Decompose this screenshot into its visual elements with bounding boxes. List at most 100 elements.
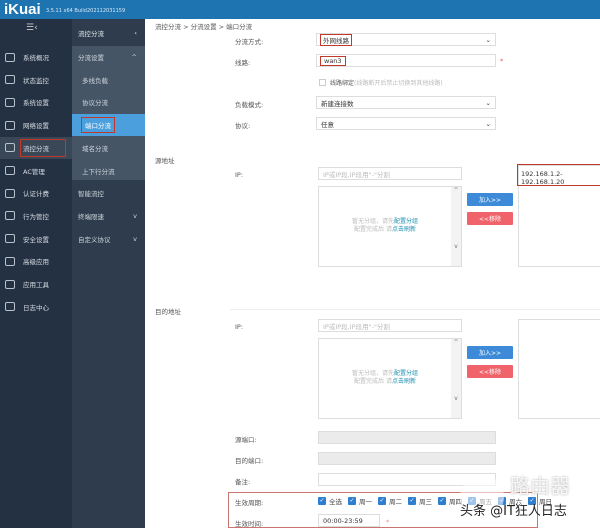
watermark-logo: 路由器 <box>510 474 570 498</box>
dst-selected-list[interactable] <box>518 319 600 419</box>
submenu-item[interactable]: 端口分流 <box>72 114 145 137</box>
required-mark: * <box>386 518 390 526</box>
line-label: 线路: <box>235 59 251 67</box>
mode-value: 外网线路 <box>320 33 352 46</box>
proto-label: 协议: <box>235 122 251 130</box>
placeholder: IP或IP段,IP段用"-"分割 <box>323 322 390 331</box>
chevron-icon: ^ <box>131 53 137 61</box>
scrollbar[interactable]: ^ v <box>451 339 461 418</box>
sidebar-item-label: 应用工具 <box>23 281 49 289</box>
load-label: 负载模式: <box>235 101 264 109</box>
day-label: 周二 <box>389 498 402 506</box>
refresh-link[interactable]: 点击刷新 <box>392 378 416 385</box>
gear-icon <box>5 97 15 107</box>
time-value: 00:00-23:59 <box>323 516 363 525</box>
dst-remove-button[interactable]: <<移除 <box>467 365 513 378</box>
mode-select[interactable]: 外网线路 ⌄ <box>316 33 496 46</box>
time-input[interactable]: 00:00-23:59 <box>318 514 380 527</box>
sidebar-item[interactable]: 系统概况 <box>0 46 72 68</box>
submenu-item-label: 智能流控 <box>78 190 104 199</box>
dst-ip-input[interactable]: IP或IP段,IP段用"-"分割 <box>318 319 462 332</box>
tools-icon <box>5 279 15 289</box>
refresh-link[interactable]: 点击刷新 <box>392 226 416 233</box>
dport-label: 目的端口: <box>235 457 264 465</box>
dst-add-button[interactable]: 加入>> <box>467 346 513 359</box>
sidebar-item-label: AC管理 <box>23 167 45 176</box>
src-selected-item[interactable]: 192.168.1.2-192.168.1.20 <box>517 164 600 186</box>
config-group-link[interactable]: 配置分组 <box>394 218 418 225</box>
dashboard-icon <box>5 52 15 62</box>
version-text: 3.5.11 x64 Build202112031159 <box>46 8 126 14</box>
dst-title: 目的地址 <box>155 308 181 316</box>
sidebar-item-label: 流控分流 <box>20 138 66 157</box>
submenu-item[interactable]: 上下行分流 <box>72 160 145 182</box>
chevron-down-icon: ⌄ <box>485 35 491 44</box>
bind-checkbox[interactable]: 线路绑定 (线路断开后禁止切换到其他线路) <box>319 78 443 87</box>
day-checkbox[interactable]: ✓ 周四 <box>438 496 462 506</box>
sidebar-item[interactable]: 高级应用 <box>0 250 72 272</box>
src-title: 源地址 <box>155 157 175 165</box>
day-label: 周一 <box>359 498 372 506</box>
day-label: 全选 <box>329 498 342 506</box>
submenu-item-label: 协议分流 <box>82 99 108 108</box>
dst-group-list[interactable]: 暂无分组，请先配置分组 配置完成后 请点击刷新 ^ v <box>318 338 462 419</box>
day-checkbox[interactable]: ✓ 周二 <box>378 496 402 506</box>
sidebar-item[interactable]: 日志中心 <box>0 296 72 318</box>
config-group-link[interactable]: 配置分组 <box>394 370 418 377</box>
submenu-item[interactable]: 终端限速 v <box>72 205 145 227</box>
auth-icon <box>5 188 15 198</box>
submenu-item[interactable]: 协议分流 <box>72 91 145 113</box>
submenu-item[interactable]: 分流设置 ^ <box>72 46 145 68</box>
load-select[interactable]: 新建连接数 ⌄ <box>316 96 496 109</box>
submenu-item[interactable]: 多线负载 <box>72 69 145 91</box>
src-ip-label: IP: <box>235 171 244 179</box>
proto-select[interactable]: 任意 ⌄ <box>316 117 496 130</box>
monitor-icon <box>5 75 15 85</box>
empty-text: 暂无分组，请先配置分组 配置完成后 请点击刷新 <box>351 218 419 233</box>
empty-text: 暂无分组，请先配置分组 配置完成后 请点击刷新 <box>351 370 419 385</box>
sidebar-item[interactable]: 认证计费 <box>0 182 72 204</box>
day-label: 周三 <box>419 498 432 506</box>
divider <box>230 309 600 310</box>
collapse-icon[interactable]: ‹ <box>134 29 137 37</box>
line-input[interactable]: wan3 <box>316 54 496 67</box>
sport-input[interactable] <box>318 431 496 444</box>
network-icon <box>5 120 15 130</box>
src-add-button[interactable]: 加入>> <box>467 193 513 206</box>
day-checkbox[interactable]: ✓ 周一 <box>348 496 372 506</box>
src-remove-button[interactable]: <<移除 <box>467 212 513 225</box>
submenu-item[interactable]: 自定义协议 v <box>72 228 145 250</box>
submenu-title: 流控分流 ‹ <box>72 22 145 44</box>
sidebar-item[interactable]: 流控分流 <box>0 136 72 159</box>
sport-label: 源端口: <box>235 436 257 444</box>
sidebar-item-label: 系统概况 <box>23 54 49 62</box>
sidebar-item-label: 高级应用 <box>23 258 49 267</box>
submenu-title-label: 流控分流 <box>78 30 104 38</box>
sidebar-item[interactable]: 安全设置 <box>0 228 72 250</box>
dport-input[interactable] <box>318 452 496 465</box>
load-value: 新建连接数 <box>321 99 354 108</box>
sidebar-item[interactable]: 网络设置 <box>0 114 72 136</box>
src-group-list[interactable]: 暂无分组，请先配置分组 配置完成后 请点击刷新 ^ v <box>318 186 462 267</box>
scrollbar[interactable]: ^ v <box>451 187 461 266</box>
checkmark-icon: ✓ <box>408 497 416 505</box>
menu-toggle-icon[interactable]: ☰‹ <box>26 23 38 33</box>
watermark-text: 头条 @IT狂人日志 <box>460 504 567 519</box>
sidebar-item[interactable]: 行为管控 <box>0 205 72 227</box>
day-checkbox[interactable]: ✓ 周三 <box>408 496 432 506</box>
src-ip-input[interactable]: IP或IP段,IP段用"-"分割 <box>318 167 462 180</box>
sidebar-item[interactable]: 状态监控 <box>0 69 72 91</box>
mode-label: 分流方式: <box>235 38 264 46</box>
sidebar-item[interactable]: AC管理 <box>0 160 72 182</box>
submenu-item[interactable]: 域名分流 <box>72 137 145 159</box>
dst-ip-label: IP: <box>235 323 244 331</box>
checkmark-icon: ✓ <box>378 497 386 505</box>
day-checkbox[interactable]: ✓ 全选 <box>318 496 342 506</box>
sidebar-item-label: 日志中心 <box>23 303 49 312</box>
src-selected-list[interactable]: 192.168.1.2-192.168.1.20 <box>517 164 600 267</box>
sidebar-item[interactable]: 应用工具 <box>0 273 72 295</box>
sidebar-item[interactable]: 系统设置 <box>0 91 72 113</box>
bind-label: 线路绑定 <box>330 80 355 87</box>
period-label: 生效周期: <box>235 499 264 507</box>
submenu-item[interactable]: 智能流控 <box>72 182 145 204</box>
